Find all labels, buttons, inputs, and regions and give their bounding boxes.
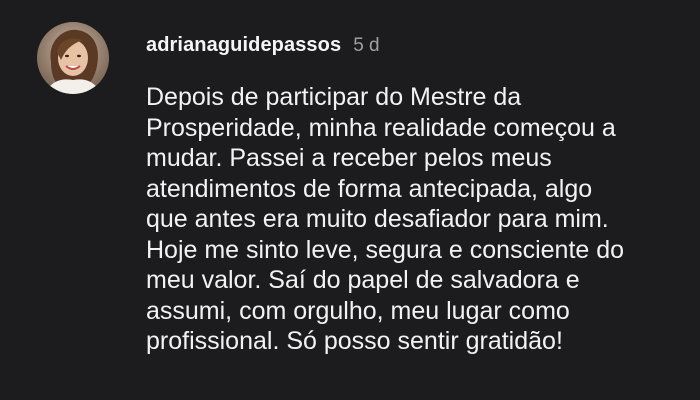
comment-line: meu valor. Saí do papel de salvadora e: [146, 266, 580, 294]
avatar[interactable]: [37, 22, 109, 94]
comment-line: Prosperidade, minha realidade começou a: [146, 113, 616, 142]
comment-timestamp: 5 d: [353, 35, 380, 56]
comment-line: atendimentos de forma antecipada, algo: [146, 174, 593, 203]
comment-line: que antes era muito desafiador para mim.: [146, 205, 609, 233]
comment-line: assumi, com orgulho, meu lugar como: [146, 296, 570, 325]
comment-text: Depois de participar do Mestre da Prospe…: [146, 82, 676, 357]
profile-photo-icon: [37, 22, 109, 94]
username-link[interactable]: adrianaguidepassos: [146, 34, 341, 57]
comment-line: Hoje me sinto leve, segura e consciente …: [146, 235, 625, 264]
comment-content: adrianaguidepassos 5 d Depois de partici…: [146, 34, 676, 357]
comment-line: mudar. Passei a receber pelos meus: [146, 144, 552, 172]
comment-meta: adrianaguidepassos 5 d: [146, 34, 676, 64]
comment-line: Depois de participar do Mestre da: [146, 83, 522, 111]
comment: adrianaguidepassos 5 d Depois de partici…: [37, 22, 677, 382]
comment-line: profissional. Só posso sentir gratidão!: [146, 327, 563, 355]
